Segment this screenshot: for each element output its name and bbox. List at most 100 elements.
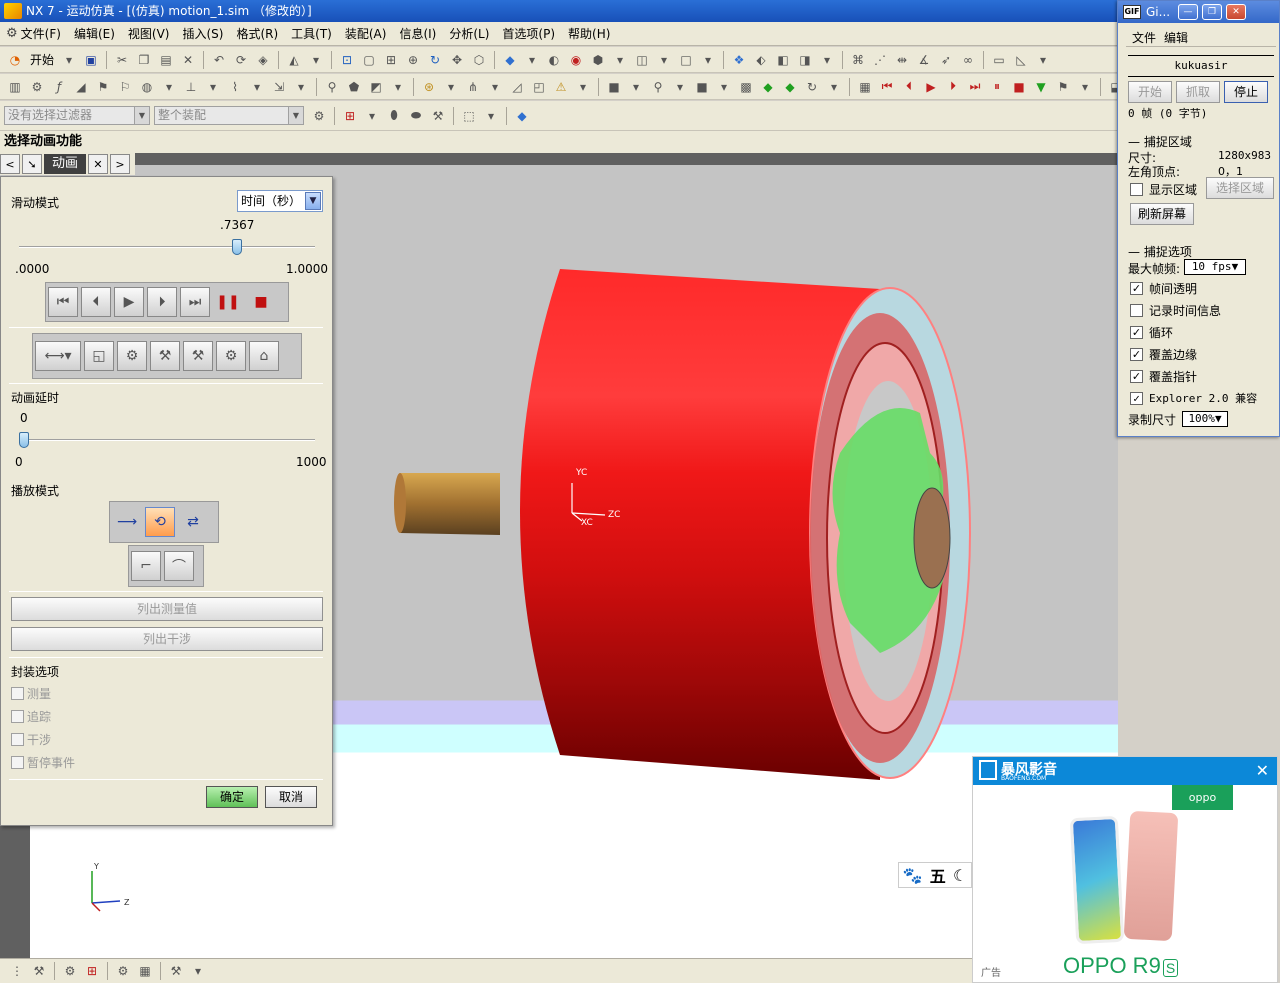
step-back-button[interactable]: ⏴: [81, 287, 111, 317]
menu-file[interactable]: ⚙ 文件(F): [6, 25, 61, 42]
fast-forward-icon[interactable]: ⏭: [966, 78, 984, 96]
gif-option-5[interactable]: ✓ Explorer 2.0 兼容: [1130, 390, 1257, 406]
time-slider-track[interactable]: [19, 246, 315, 248]
bottom-motion-dropdown-icon[interactable]: ▾: [189, 962, 207, 980]
menu-tools[interactable]: 工具(T): [291, 25, 332, 42]
gif-option-4[interactable]: ✓ 覆盖指针: [1130, 368, 1197, 385]
coupler-icon[interactable]: ◍: [138, 78, 156, 96]
render-icon[interactable]: ■: [605, 78, 623, 96]
measure-distance-icon[interactable]: ⇹: [893, 51, 911, 69]
gif-refresh-button[interactable]: 刷新屏幕: [1130, 203, 1194, 225]
command-finder-icon[interactable]: ◈: [254, 51, 272, 69]
fast-forward-button[interactable]: ⏭: [180, 287, 210, 317]
tab-pointer-icon[interactable]: ➘: [22, 154, 42, 174]
gif-restore-icon[interactable]: ❐: [1202, 4, 1222, 20]
solution-icon[interactable]: ◩: [367, 78, 385, 96]
component-icon[interactable]: ⬖: [752, 51, 770, 69]
next-green-icon[interactable]: ◆: [781, 78, 799, 96]
undo-icon[interactable]: ↶: [210, 51, 228, 69]
gif-option-0[interactable]: ✓ 帧间透明: [1130, 280, 1197, 297]
force-icon[interactable]: ⇲: [270, 78, 288, 96]
function-icon[interactable]: ƒ: [50, 78, 68, 96]
stop-icon[interactable]: ■: [1010, 78, 1028, 96]
snap-icon[interactable]: ⌘: [849, 51, 867, 69]
menu-info[interactable]: 信息(I): [399, 25, 436, 42]
select-all-icon[interactable]: ⊞: [341, 107, 359, 125]
coupler-dropdown-icon[interactable]: ▾: [160, 78, 178, 96]
flag-dropdown-icon[interactable]: ▾: [1076, 78, 1094, 96]
force-dropdown-icon[interactable]: ▾: [292, 78, 310, 96]
rewind-button[interactable]: ⏮: [48, 287, 78, 317]
trace-icon[interactable]: ◿: [508, 78, 526, 96]
start-dropdown-icon[interactable]: ▾: [60, 51, 78, 69]
prev-green-icon[interactable]: ◆: [759, 78, 777, 96]
gif-menu-edit[interactable]: 编辑: [1164, 29, 1188, 46]
pointer-tool-icon[interactable]: ➶: [937, 51, 955, 69]
motion-nav-icon[interactable]: ▥: [6, 78, 24, 96]
slide-mode-select[interactable]: 时间（秒） ▼: [237, 190, 323, 212]
refresh-motion-dropdown-icon[interactable]: ▾: [825, 78, 843, 96]
sections-icon[interactable]: ◉: [567, 51, 585, 69]
paste-icon[interactable]: ▤: [157, 51, 175, 69]
orient-icon[interactable]: ⬢: [589, 51, 607, 69]
select-body-icon[interactable]: ⬬: [407, 107, 425, 125]
ping-pong-icon[interactable]: ⇄: [178, 507, 208, 537]
render-dropdown-icon[interactable]: ▾: [627, 78, 645, 96]
zoom-in-icon[interactable]: ⊕: [404, 51, 422, 69]
triangle-dropdown-icon[interactable]: ▾: [1034, 51, 1052, 69]
gif-stop-button[interactable]: 停止: [1224, 81, 1268, 103]
tab-animation[interactable]: 动画: [44, 154, 87, 174]
step-forward-button[interactable]: ⏵: [147, 287, 177, 317]
gif-capture-button[interactable]: 抓取: [1176, 81, 1220, 103]
gif-record-size-select[interactable]: 100%▼: [1182, 411, 1228, 427]
delay-slider-thumb[interactable]: [19, 432, 29, 448]
menu-help[interactable]: 帮助(H): [568, 25, 610, 42]
rect-select-icon[interactable]: ⬚: [460, 107, 478, 125]
lighting-dropdown-icon[interactable]: ▾: [671, 78, 689, 96]
list-interference-button[interactable]: 列出干涉: [11, 627, 323, 651]
menu-insert[interactable]: 插入(S): [182, 25, 223, 42]
tab-close-icon[interactable]: ✕: [88, 154, 109, 174]
connector-icon[interactable]: ⚐: [116, 78, 134, 96]
sensor-icon[interactable]: ⬟: [345, 78, 363, 96]
solution-dropdown-icon[interactable]: ▾: [389, 78, 407, 96]
delay-slider-track[interactable]: [19, 439, 315, 441]
measure-tool-icon[interactable]: ⟷▾: [35, 341, 81, 371]
select-feature-icon[interactable]: ⚒: [429, 107, 447, 125]
assembly-nav-icon[interactable]: ❖: [730, 51, 748, 69]
joint-right-icon[interactable]: ⌒: [164, 551, 194, 581]
rotate-icon[interactable]: ↻: [426, 51, 444, 69]
reposition-dropdown-icon[interactable]: ▾: [818, 51, 836, 69]
tab-prev-icon[interactable]: <: [0, 154, 20, 174]
joint-left-icon[interactable]: ⌐: [131, 551, 161, 581]
bottom-grid-icon[interactable]: ▦: [136, 962, 154, 980]
bottom-link-icon[interactable]: ⚙: [114, 962, 132, 980]
zoom-icon[interactable]: ⊞: [382, 51, 400, 69]
menu-assembly[interactable]: 装配(A): [345, 25, 387, 42]
interference-dropdown-icon[interactable]: ▾: [486, 78, 504, 96]
ok-button[interactable]: 确定: [206, 786, 258, 808]
gif-option-1[interactable]: 记录时间信息: [1130, 302, 1221, 319]
gif-select-area-button[interactable]: 选择区域: [1206, 177, 1274, 199]
start-button[interactable]: 开始: [30, 51, 54, 68]
bottom-constraint-icon[interactable]: ⊞: [83, 962, 101, 980]
link-icon[interactable]: ◢: [72, 78, 90, 96]
measure-angle-icon[interactable]: ∡: [915, 51, 933, 69]
studio-icon[interactable]: ◐: [545, 51, 563, 69]
pan-icon[interactable]: ✥: [448, 51, 466, 69]
interference-icon[interactable]: ⋔: [464, 78, 482, 96]
material-dropdown-icon[interactable]: ▾: [715, 78, 733, 96]
perspective-icon[interactable]: ⬡: [470, 51, 488, 69]
gif-show-area-checkbox[interactable]: 显示区域: [1130, 181, 1197, 198]
gif-start-button[interactable]: 开始: [1128, 81, 1172, 103]
reposition-icon[interactable]: ◨: [796, 51, 814, 69]
play-button[interactable]: ▶: [114, 287, 144, 317]
list-measure-button[interactable]: 列出测量值: [11, 597, 323, 621]
menu-edit[interactable]: 编辑(E): [74, 25, 115, 42]
animation-icon[interactable]: ▦: [856, 78, 874, 96]
pause-icon[interactable]: ⏸: [988, 78, 1006, 96]
solve-dropdown-icon[interactable]: ▾: [442, 78, 460, 96]
pack-interference-checkbox[interactable]: 干涉: [11, 731, 51, 748]
pack-measure-checkbox[interactable]: 测量: [11, 685, 51, 702]
background-icon[interactable]: □: [677, 51, 695, 69]
